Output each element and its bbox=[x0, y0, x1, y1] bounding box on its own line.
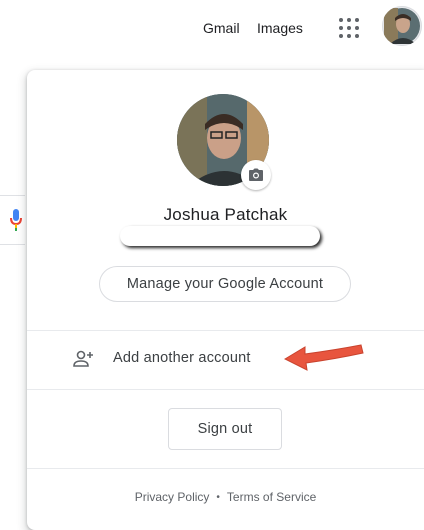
add-another-account-item[interactable]: Add another account bbox=[27, 331, 424, 389]
profile-photo bbox=[177, 94, 271, 190]
sign-out-button[interactable]: Sign out bbox=[168, 408, 282, 450]
panel-footer: Privacy Policy • Terms of Service bbox=[27, 490, 424, 504]
images-link[interactable]: Images bbox=[257, 18, 303, 38]
red-arrow-icon bbox=[283, 344, 364, 371]
account-avatar-button[interactable] bbox=[382, 6, 422, 46]
person-add-icon bbox=[73, 350, 93, 367]
privacy-policy-link[interactable]: Privacy Policy bbox=[135, 490, 210, 504]
gmail-link[interactable]: Gmail bbox=[203, 18, 240, 38]
microphone-icon[interactable] bbox=[10, 209, 22, 231]
apps-grid-icon[interactable] bbox=[337, 16, 361, 40]
terms-of-service-link[interactable]: Terms of Service bbox=[227, 490, 316, 504]
divider bbox=[27, 389, 424, 390]
camera-icon bbox=[249, 168, 263, 181]
change-photo-button[interactable] bbox=[241, 160, 271, 190]
avatar-photo bbox=[384, 8, 420, 44]
redacted-email bbox=[120, 226, 320, 246]
add-another-account-label: Add another account bbox=[113, 350, 251, 366]
account-panel: Joshua Patchak Manage your Google Accoun… bbox=[27, 70, 424, 530]
account-user-name: Joshua Patchak bbox=[163, 205, 288, 224]
divider bbox=[27, 468, 424, 469]
manage-account-button[interactable]: Manage your Google Account bbox=[99, 266, 351, 302]
top-bar: Gmail Images bbox=[0, 0, 424, 60]
footer-separator: • bbox=[216, 492, 220, 503]
